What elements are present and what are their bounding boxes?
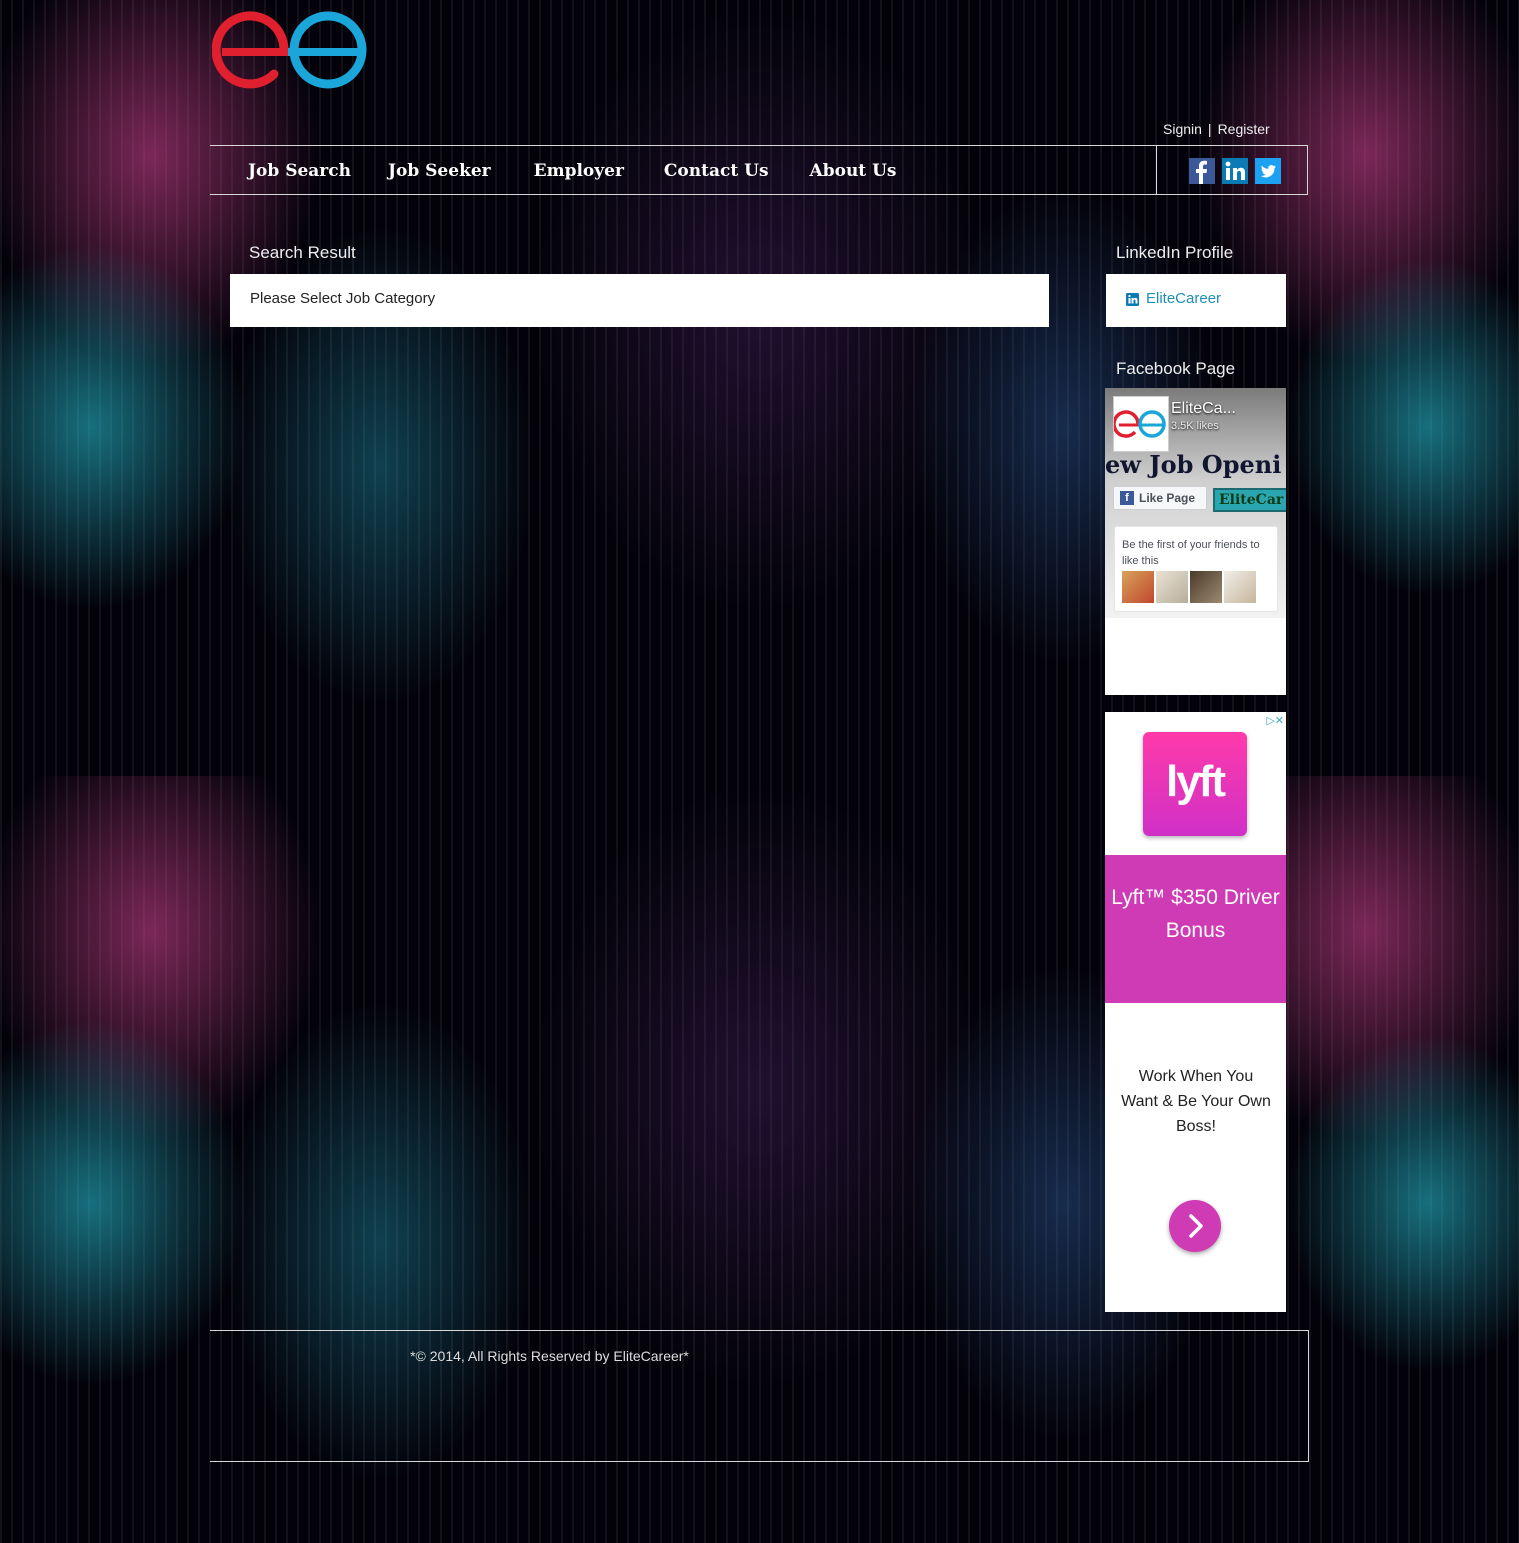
- friend-avatar[interactable]: [1156, 571, 1188, 603]
- facebook-friends-box: Be the first of your friends to like thi…: [1114, 526, 1278, 612]
- facebook-f-icon: f: [1120, 491, 1134, 505]
- linkedin-small-icon: [1126, 293, 1139, 306]
- lyft-logo: lyft: [1143, 732, 1247, 836]
- nav-job-search[interactable]: Job Search: [248, 161, 351, 181]
- nav-about-us[interactable]: About Us: [810, 161, 897, 181]
- friend-avatar[interactable]: [1224, 571, 1256, 603]
- search-result-box: Please Select Job Category: [230, 274, 1049, 327]
- chevron-right-icon: [1189, 1214, 1203, 1238]
- nav-contact-us[interactable]: Contact Us: [664, 161, 769, 181]
- facebook-like-page-label: Like Page: [1139, 491, 1196, 505]
- background-image-top: [0, 0, 1519, 776]
- linkedin-profile-title: LinkedIn Profile: [1116, 243, 1234, 262]
- register-link[interactable]: Register: [1218, 121, 1270, 137]
- facebook-cover-chip: EliteCar: [1213, 488, 1286, 512]
- search-result-title: Search Result: [249, 243, 356, 262]
- social-links: [1156, 146, 1309, 194]
- facebook-friends-text: Be the first of your friends to like thi…: [1122, 539, 1260, 567]
- nav-employer[interactable]: Employer: [534, 161, 624, 181]
- facebook-page-name[interactable]: EliteCa...: [1171, 400, 1236, 418]
- facebook-page-avatar[interactable]: [1113, 396, 1169, 452]
- footer-copyright: *© 2014, All Rights Reserved by EliteCar…: [410, 1348, 689, 1364]
- auth-separator: |: [1207, 121, 1212, 137]
- ad-go-button[interactable]: [1169, 1200, 1221, 1252]
- facebook-page-title: Facebook Page: [1116, 359, 1236, 378]
- linkedin-profile-link[interactable]: EliteCareer: [1146, 290, 1221, 307]
- eo-logo[interactable]: [212, 8, 368, 92]
- friend-avatar[interactable]: [1122, 571, 1154, 603]
- facebook-page-likes: 3.5K likes: [1171, 420, 1219, 432]
- linkedin-profile-box: EliteCareer: [1106, 274, 1286, 327]
- background-image: [0, 0, 1519, 1543]
- ad-headline: Lyft™ $350 Driver Bonus: [1105, 855, 1286, 1003]
- search-result-message: Please Select Job Category: [250, 290, 436, 307]
- friend-avatar[interactable]: [1190, 571, 1222, 603]
- linkedin-icon[interactable]: [1222, 158, 1248, 184]
- main-nav: Job Search Job Seeker Employer Contact U…: [210, 145, 1308, 195]
- facebook-like-page-button[interactable]: f Like Page: [1113, 486, 1207, 510]
- facebook-cover-banner-text: ew Job Openi: [1105, 450, 1282, 479]
- nav-job-seeker[interactable]: Job Seeker: [388, 161, 491, 181]
- facebook-icon[interactable]: [1189, 158, 1215, 184]
- ad-body-text: Work When You Want & Be Your Own Boss!: [1121, 1068, 1271, 1135]
- auth-links: Signin | Register: [1163, 121, 1270, 137]
- signin-link[interactable]: Signin: [1163, 121, 1202, 137]
- ad-choices-icon[interactable]: ▷✕: [1266, 714, 1284, 727]
- lyft-ad[interactable]: ▷✕ lyft Lyft™ $350 Driver Bonus Work Whe…: [1105, 712, 1286, 1312]
- facebook-page-widget: EliteCa... 3.5K likes ew Job Openi f Lik…: [1105, 388, 1286, 695]
- twitter-icon[interactable]: [1255, 158, 1281, 184]
